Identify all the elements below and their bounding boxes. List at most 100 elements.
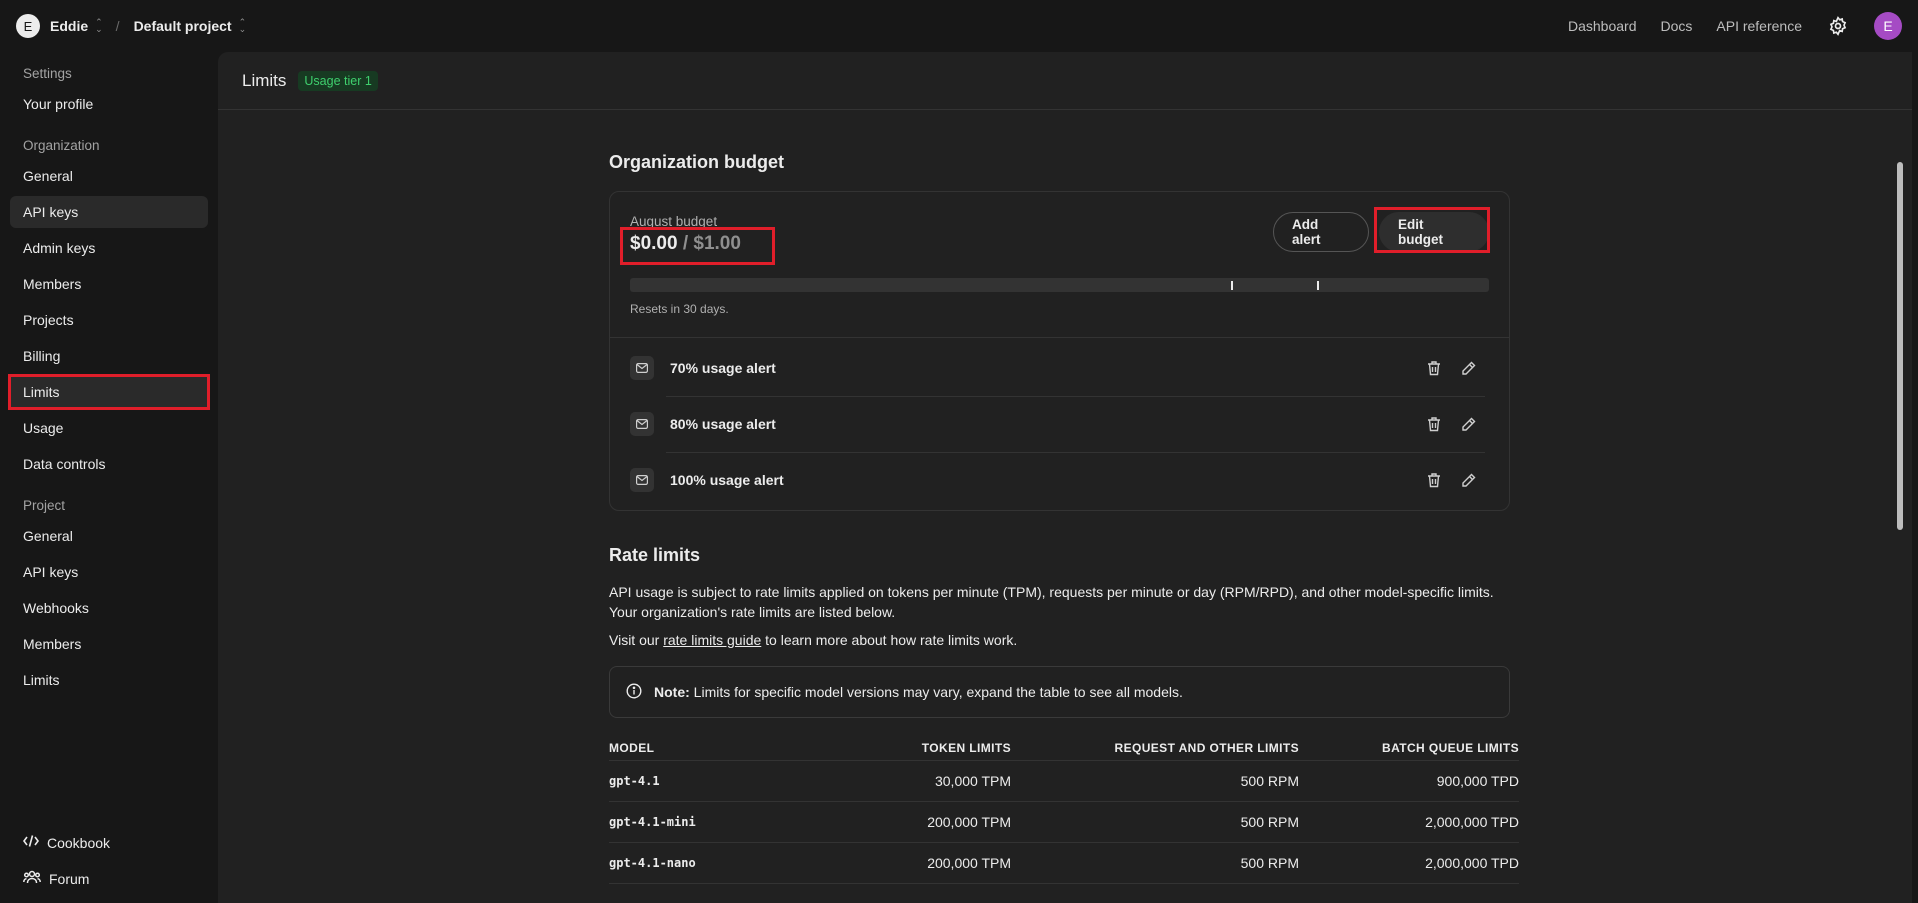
chevron-updown-icon[interactable]: ⌃ ⌄ — [95, 18, 102, 34]
budget-reset-text: Resets in 30 days. — [630, 302, 729, 316]
alert-name: 80% usage alert — [670, 416, 776, 432]
cookbook-label: Cookbook — [47, 835, 111, 851]
highlight-box — [620, 227, 775, 265]
mail-icon — [630, 412, 654, 436]
nav-dashboard[interactable]: Dashboard — [1568, 18, 1637, 34]
sidebar-item-data-controls[interactable]: Data controls — [10, 448, 208, 480]
chevron-updown-icon[interactable]: ⌃ ⌄ — [239, 18, 246, 34]
scrollbar[interactable] — [1897, 162, 1903, 530]
sidebar-section-settings: Settings — [23, 66, 72, 81]
budget-summary: August budget $0.00 / $1.00 Add alert Ed… — [610, 192, 1509, 338]
forum-label: Forum — [49, 871, 90, 887]
org-avatar[interactable]: E — [16, 14, 40, 38]
highlight-box — [1374, 207, 1490, 253]
edit-budget-button[interactable]: Edit budget — [1374, 207, 1490, 253]
page-header: Limits Usage tier 1 — [218, 52, 1912, 110]
alert-threshold-tick — [1317, 281, 1319, 290]
model-cell: gpt-4.1 — [609, 760, 825, 802]
sidebar-footer: Cookbook Forum — [10, 827, 208, 895]
budget-actions: Add alert Edit budget — [1273, 207, 1490, 253]
sidebar-item-webhooks[interactable]: Webhooks — [10, 592, 208, 624]
sidebar-section-project: Project — [23, 498, 66, 513]
sidebar-item-project-members[interactable]: Members — [10, 628, 208, 660]
top-bar: E Eddie ⌃ ⌄ / Default project ⌃ ⌄ Dashboar… — [0, 0, 1918, 52]
model-cell: gpt-4.1-mini — [609, 801, 825, 843]
request-limit-cell: 500 RPM — [1011, 760, 1299, 802]
sidebar-item-billing[interactable]: Billing — [10, 340, 208, 372]
sidebar: Settings Your profile Organization Gener… — [0, 52, 218, 903]
sidebar-item-admin-keys[interactable]: Admin keys — [10, 232, 208, 264]
rate-limits-guide-link[interactable]: rate limits guide — [663, 632, 761, 648]
sidebar-item-org-limits[interactable]: Limits — [8, 374, 210, 410]
rate-limits-description: API usage is subject to rate limits appl… — [609, 584, 1494, 620]
note-banner: Note: Limits for specific model versions… — [609, 666, 1510, 718]
token-limit-cell: 200,000 TPM — [825, 801, 1011, 843]
org-switcher[interactable]: Eddie — [50, 18, 88, 34]
model-cell: gpt-4.1-nano — [609, 842, 825, 884]
trash-icon[interactable] — [1425, 471, 1443, 489]
sidebar-item-project-general[interactable]: General — [10, 520, 208, 552]
pencil-icon[interactable] — [1459, 359, 1477, 377]
people-icon — [23, 863, 41, 895]
gear-icon[interactable] — [1826, 14, 1850, 38]
content-area: Organization budget August budget $0.00 … — [609, 152, 1519, 884]
column-header: MODEL — [609, 736, 825, 761]
mail-icon — [630, 468, 654, 492]
rate-limits-title: Rate limits — [609, 545, 701, 565]
budget-amount: $0.00 / $1.00 — [620, 227, 775, 265]
sidebar-item-usage[interactable]: Usage — [10, 412, 208, 444]
alert-name: 70% usage alert — [670, 360, 776, 376]
trash-icon[interactable] — [1425, 359, 1443, 377]
alert-name: 100% usage alert — [670, 472, 784, 488]
sidebar-item-project-limits[interactable]: Limits — [10, 664, 208, 696]
table-row[interactable]: gpt-4.1-nano 200,000 TPM 500 RPM 2,000,0… — [609, 842, 1519, 884]
alert-row: 80% usage alert — [610, 396, 1509, 452]
alert-row: 70% usage alert — [610, 340, 1509, 396]
info-icon — [626, 682, 642, 702]
token-limit-cell: 30,000 TPM — [825, 760, 1011, 802]
sidebar-item-org-api-keys[interactable]: API keys — [10, 196, 208, 228]
sidebar-item-org-general[interactable]: General — [10, 160, 208, 192]
note-label: Note: — [654, 684, 690, 700]
table-header-row: MODEL TOKEN LIMITS REQUEST AND OTHER LIM… — [609, 736, 1519, 761]
table-row[interactable]: gpt-4.1-mini 200,000 TPM 500 RPM 2,000,0… — [609, 801, 1519, 843]
nav-api-reference[interactable]: API reference — [1716, 18, 1802, 34]
alert-threshold-tick — [1231, 281, 1233, 290]
rate-limits-guide-text: Visit our rate limits guide to learn mor… — [609, 630, 1510, 650]
table-row[interactable]: gpt-4.1 30,000 TPM 500 RPM 900,000 TPD — [609, 760, 1519, 802]
sidebar-section-organization: Organization — [23, 138, 100, 153]
page-title: Limits — [242, 70, 287, 90]
sidebar-item-cookbook[interactable]: Cookbook — [10, 827, 208, 859]
breadcrumb-separator: / — [115, 18, 120, 34]
alert-row: 100% usage alert — [610, 452, 1509, 508]
sidebar-item-forum[interactable]: Forum — [10, 863, 208, 895]
request-limit-cell: 500 RPM — [1011, 842, 1299, 884]
note-body: Limits for specific model versions may v… — [689, 684, 1183, 700]
column-header: REQUEST AND OTHER LIMITS — [1011, 736, 1299, 761]
sidebar-item-projects[interactable]: Projects — [10, 304, 208, 336]
add-alert-button[interactable]: Add alert — [1273, 212, 1369, 252]
user-avatar[interactable]: E — [1874, 12, 1902, 40]
batch-limit-cell: 900,000 TPD — [1299, 760, 1519, 802]
trash-icon[interactable] — [1425, 415, 1443, 433]
budget-section-title: Organization budget — [609, 152, 784, 172]
mail-icon — [630, 356, 654, 380]
project-switcher[interactable]: Default project — [134, 18, 232, 34]
sidebar-item-your-profile[interactable]: Your profile — [10, 88, 208, 120]
column-header: BATCH QUEUE LIMITS — [1299, 736, 1519, 761]
guide-suffix: to learn more about how rate limits work… — [761, 632, 1018, 648]
main-panel: Limits Usage tier 1 Organization budget … — [218, 52, 1912, 903]
guide-prefix: Visit our — [609, 632, 664, 648]
sidebar-item-org-members[interactable]: Members — [10, 268, 208, 300]
alerts-list: 70% usage alert 80% usage alert 100% usa… — [610, 338, 1509, 510]
column-header: TOKEN LIMITS — [825, 736, 1011, 761]
batch-limit-cell: 2,000,000 TPD — [1299, 801, 1519, 843]
sidebar-item-project-api-keys[interactable]: API keys — [10, 556, 208, 588]
pencil-icon[interactable] — [1459, 415, 1477, 433]
nav-docs[interactable]: Docs — [1660, 18, 1692, 34]
budget-card: August budget $0.00 / $1.00 Add alert Ed… — [609, 191, 1510, 511]
pencil-icon[interactable] — [1459, 471, 1477, 489]
batch-limit-cell: 2,000,000 TPD — [1299, 842, 1519, 884]
usage-tier-badge: Usage tier 1 — [298, 70, 378, 91]
note-text: Note: Limits for specific model versions… — [654, 684, 1183, 700]
